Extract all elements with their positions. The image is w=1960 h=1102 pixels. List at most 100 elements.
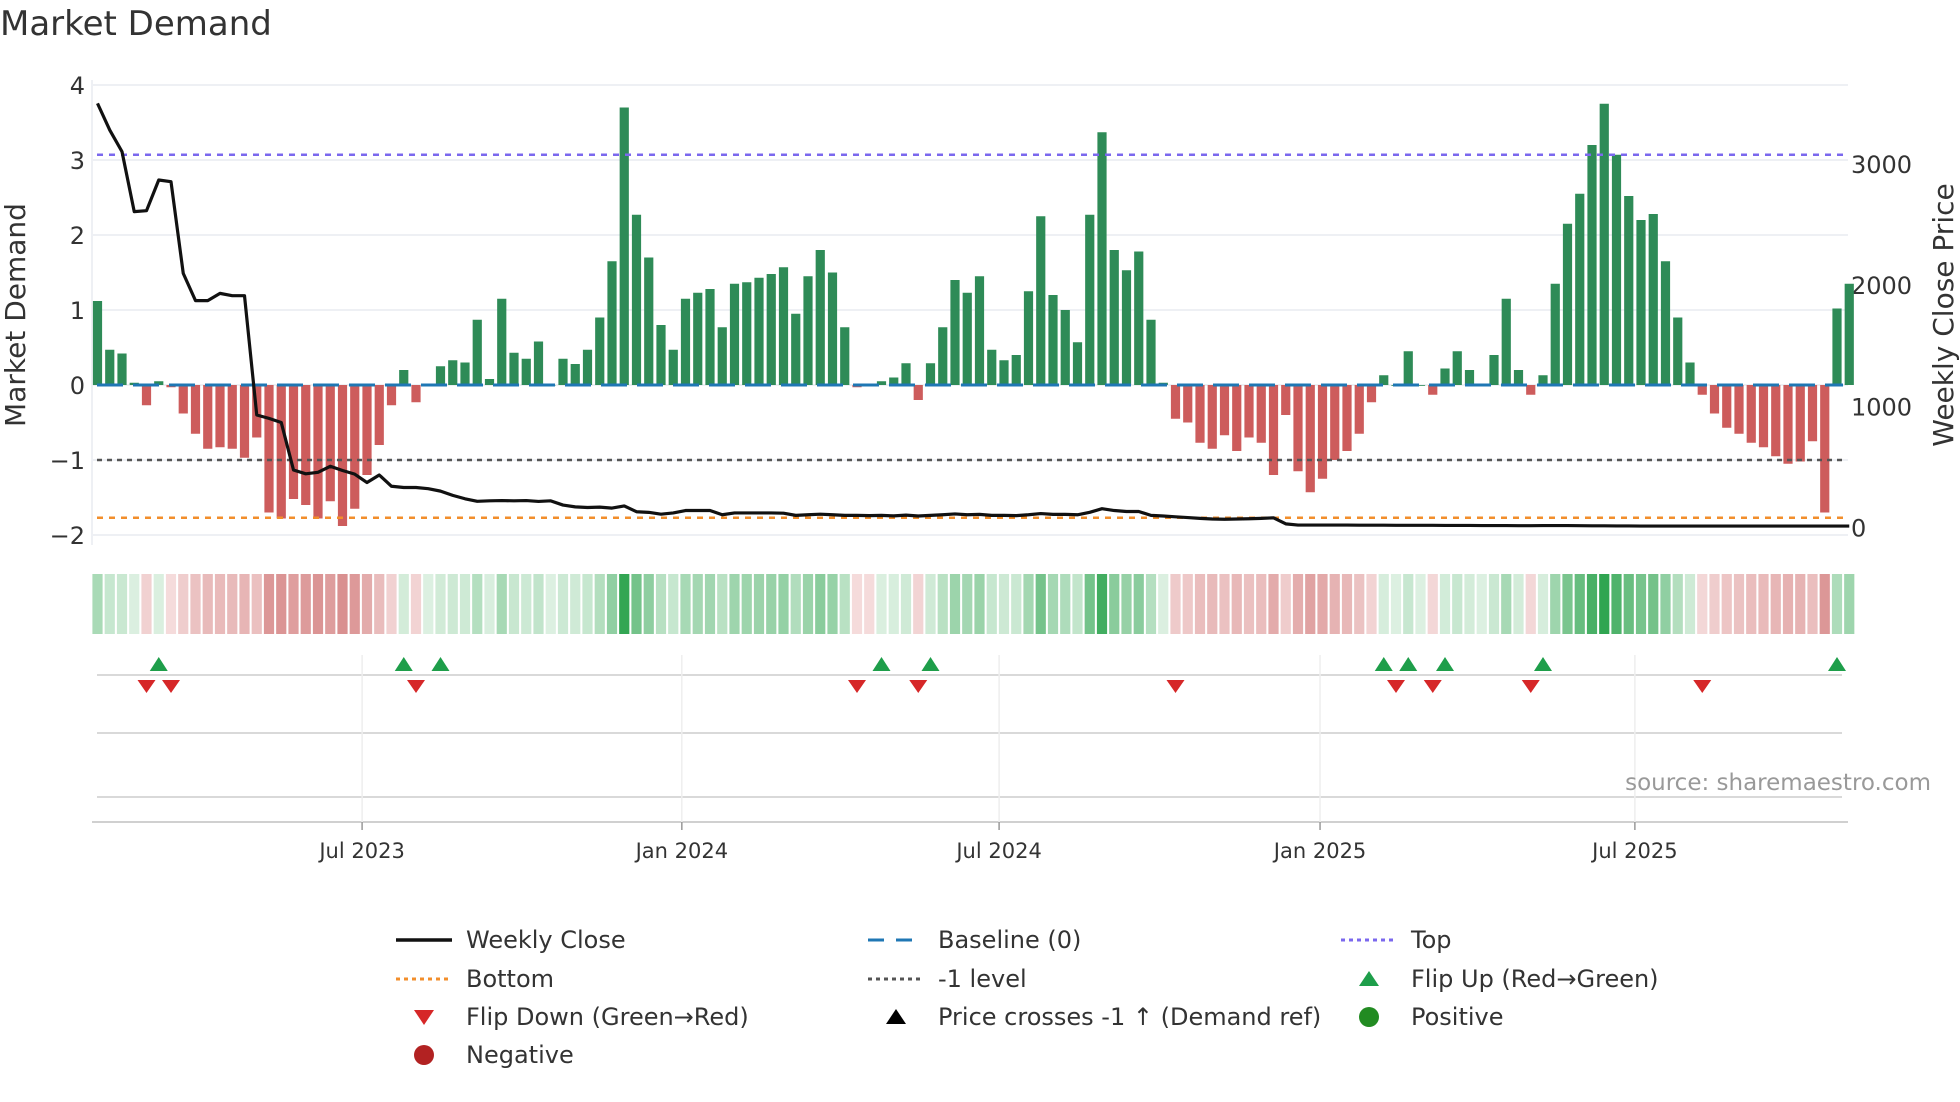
y2-tick-label: 2000 xyxy=(1851,272,1912,300)
demand-bar xyxy=(1207,385,1217,449)
demand-bar xyxy=(1820,385,1830,513)
demand-bar xyxy=(521,358,531,385)
demand-bar xyxy=(1587,145,1597,385)
heat-cell xyxy=(1158,574,1169,634)
demand-bar xyxy=(1048,295,1058,385)
demand-bar xyxy=(1134,251,1144,385)
demand-bar xyxy=(729,283,740,385)
tri-up-swatch-icon xyxy=(1359,971,1379,986)
demand-bar xyxy=(1464,370,1475,385)
demand-bar xyxy=(472,319,482,385)
flip-up-marker xyxy=(149,657,168,671)
demand-bar xyxy=(1366,385,1377,403)
heat-cell xyxy=(1819,574,1830,634)
heat-cell xyxy=(214,574,226,634)
legend-item[interactable]: Weekly Close xyxy=(394,925,626,955)
demand-bar xyxy=(1513,370,1524,385)
heat-cell xyxy=(459,574,471,634)
demand-bar xyxy=(362,385,372,475)
heat-cell xyxy=(619,574,630,634)
demand-bar xyxy=(1023,291,1034,385)
demand-bar xyxy=(227,385,237,449)
heat-cell xyxy=(643,574,654,634)
legend-label: Positive xyxy=(1411,1003,1504,1031)
heat-cell xyxy=(1170,574,1181,634)
heat-cell xyxy=(1047,574,1059,634)
heat-cell xyxy=(1586,574,1598,634)
heat-cell xyxy=(1635,574,1647,634)
flip-up-marker xyxy=(394,657,413,671)
demand-bar xyxy=(1256,385,1266,443)
demand-bar xyxy=(1844,283,1854,385)
demand-bar xyxy=(1758,385,1769,448)
heat-cell xyxy=(1011,574,1022,634)
heat-cell xyxy=(1439,574,1451,634)
heat-cell xyxy=(1256,574,1267,634)
legend-item[interactable]: Baseline (0) xyxy=(866,925,1081,955)
heat-cell xyxy=(815,574,826,634)
demand-bar xyxy=(938,327,948,385)
heat-cell xyxy=(1648,574,1659,634)
demand-bar xyxy=(1097,132,1107,385)
demand-bar xyxy=(190,385,201,434)
demand-bar xyxy=(1195,385,1205,443)
legend-item[interactable]: Flip Down (Green→Red) xyxy=(394,1002,749,1032)
heat-cell xyxy=(1611,574,1622,634)
heat-cell xyxy=(839,574,850,634)
legend-item[interactable]: Bottom xyxy=(394,964,554,994)
demand-bar xyxy=(1354,385,1364,434)
demand-bar xyxy=(1060,310,1070,385)
demand-bar xyxy=(987,349,997,385)
x-tick-label: Jul 2024 xyxy=(954,839,1041,863)
heat-cell xyxy=(1182,574,1193,634)
demand-bar xyxy=(325,385,335,502)
dot-top-swatch-icon xyxy=(1341,938,1397,942)
demand-bar xyxy=(1746,385,1756,443)
demand-bar xyxy=(1660,261,1671,385)
demand-bar xyxy=(974,276,985,385)
legend-item[interactable]: Price crosses -1 ↑ (Demand ref) xyxy=(866,1002,1321,1032)
heat-cell xyxy=(1501,574,1512,634)
heat-cell xyxy=(802,574,814,634)
demand-bar xyxy=(1219,385,1230,436)
heat-cell xyxy=(349,574,360,634)
demand-bar xyxy=(1121,270,1132,385)
heat-cell xyxy=(692,574,703,634)
demand-bar xyxy=(1330,385,1340,460)
demand-bar xyxy=(497,298,507,385)
heat-cell xyxy=(312,574,324,634)
legend-label: Price crosses -1 ↑ (Demand ref) xyxy=(938,1003,1322,1031)
demand-bar xyxy=(1575,193,1585,385)
heat-cell xyxy=(827,574,838,634)
demand-bar xyxy=(215,385,225,448)
heat-cell xyxy=(521,574,532,634)
heat-cell xyxy=(570,574,581,634)
y2-tick-label: 3000 xyxy=(1851,151,1912,179)
demand-bar xyxy=(570,364,580,385)
legend-item[interactable]: Top xyxy=(1339,925,1452,955)
tri-down-swatch-icon xyxy=(414,1010,434,1025)
demand-bar xyxy=(1281,385,1291,415)
demand-bar xyxy=(1232,385,1242,451)
legend-item[interactable]: Negative xyxy=(394,1040,574,1070)
dot-bottom-swatch-icon xyxy=(396,977,452,981)
legend-item[interactable]: Flip Up (Red→Green) xyxy=(1339,964,1659,994)
flip-down-marker xyxy=(1693,680,1712,693)
heat-cell xyxy=(251,574,262,634)
heat-cell xyxy=(1758,574,1769,634)
demand-bar xyxy=(1170,385,1181,419)
heat-cell xyxy=(974,574,985,634)
heat-cell xyxy=(557,574,569,634)
demand-bar xyxy=(1624,196,1634,385)
demand-bar xyxy=(607,261,617,385)
heat-cell xyxy=(778,574,789,634)
flip-down-marker xyxy=(848,680,866,693)
heat-cell xyxy=(1219,574,1230,634)
demand-bar xyxy=(950,280,960,385)
heat-cell xyxy=(1697,574,1708,634)
heat-cell xyxy=(337,574,348,634)
legend-item[interactable]: Positive xyxy=(1339,1002,1504,1032)
heat-cell xyxy=(913,574,924,634)
heat-cell xyxy=(1525,574,1536,634)
legend-item[interactable]: -1 level xyxy=(866,964,1027,994)
